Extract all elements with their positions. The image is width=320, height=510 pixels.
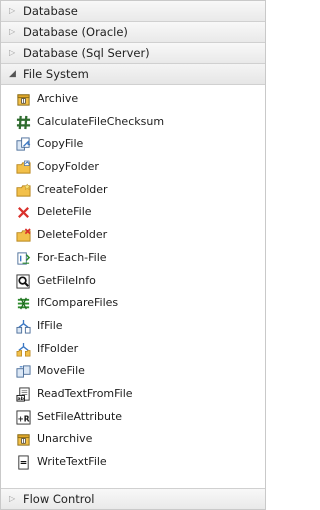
group-label: Flow Control [23,492,95,506]
write-text-icon [18,455,29,470]
group-header-database-sql-server[interactable]: ▷ Database (Sql Server) [1,43,265,64]
group-header-database-oracle[interactable]: ▷ Database (Oracle) [1,22,265,43]
group-header-database[interactable]: ▷ Database [1,1,265,22]
group-label: Database [23,4,78,18]
item-label: CalculateFileChecksum [37,114,165,128]
item-label: Archive [37,92,79,105]
toolbox-panel: ▷ Database ▷ Database (Oracle) ▷ Databas… [0,0,266,510]
toolbox-item-ifcomparefiles[interactable]: IfCompareFiles [1,292,265,315]
set-attribute-icon: +R [16,410,31,425]
item-label: For-Each-File [37,250,107,264]
toolbox-item-copyfolder[interactable]: CopyFolder [1,156,265,179]
toolbox-item-writetextfile[interactable]: WriteTextFile [1,451,265,474]
toolbox-item-deletefile[interactable]: DeleteFile [1,201,265,224]
item-label: IfCompareFiles [37,296,119,310]
if-folder-icon [16,342,31,356]
group-header-file-system[interactable]: ◢ File System [1,64,265,85]
file-system-items: Archive CalculateFileChecksum CopyFile C… [1,85,265,477]
collapsed-arrow-icon: ▷ [9,6,16,15]
toolbox-item-for-each-file[interactable]: For-Each-File [1,247,265,270]
svg-text:+R: +R [17,414,29,423]
collapsed-arrow-icon: ▷ [9,48,16,57]
item-label: DeleteFolder [37,228,108,242]
group-label: Database (Sql Server) [23,46,150,60]
item-label: MoveFile [37,364,85,378]
group-label: Database (Oracle) [23,25,128,39]
item-label: WriteTextFile [37,455,107,468]
item-label: IfFolder [37,341,79,355]
toolbox-item-movefile[interactable]: MoveFile [1,360,265,383]
checksum-icon [16,115,31,129]
item-label: CopyFile [37,137,84,151]
expanded-arrow-icon: ◢ [9,69,16,79]
copy-folder-icon [16,160,31,174]
unarchive-icon [17,434,30,446]
delete-folder-icon [16,228,31,242]
if-file-icon [16,319,31,334]
archive-icon [17,94,30,106]
item-label: SetFileAttribute [37,409,123,423]
item-label: CopyFolder [37,160,99,174]
toolbox-item-copyfile[interactable]: CopyFile [1,133,265,156]
group-header-flow-control[interactable]: ▷ Flow Control [1,488,265,509]
copy-file-icon [16,137,31,151]
item-label: Unarchive [37,432,93,446]
create-folder-icon [16,183,31,197]
toolbox-item-getfileinfo[interactable]: GetFileInfo [1,270,265,293]
compare-files-icon [17,297,30,310]
toolbox-item-iffolder[interactable]: IfFolder [1,338,265,361]
item-label: DeleteFile [37,205,92,219]
toolbox-item-unarchive[interactable]: Unarchive [1,428,265,451]
for-each-file-icon [17,252,31,265]
toolbox-item-setfileattribute[interactable]: +R SetFileAttribute [1,406,265,429]
toolbox-item-calculatefilechecksum[interactable]: CalculateFileChecksum [1,111,265,134]
toolbox-item-iffile[interactable]: IfFile [1,315,265,338]
group-label: File System [23,67,89,81]
item-label: GetFileInfo [37,273,96,287]
item-label: CreateFolder [37,182,108,196]
delete-file-icon [18,207,29,219]
move-file-icon [16,365,31,378]
item-label: ReadTextFromFile [37,386,133,400]
read-text-icon: ab [16,387,30,402]
toolbox-item-deletefolder[interactable]: DeleteFolder [1,224,265,247]
collapsed-arrow-icon: ▷ [9,27,16,36]
collapsed-arrow-icon: ▷ [9,494,16,503]
toolbox-item-archive[interactable]: Archive [1,88,265,111]
toolbox-item-readtextfromfile[interactable]: ab ReadTextFromFile [1,383,265,406]
item-label: IfFile [37,318,63,332]
file-info-icon [16,273,30,289]
toolbox-item-createfolder[interactable]: CreateFolder [1,179,265,202]
svg-text:ab: ab [17,396,24,402]
